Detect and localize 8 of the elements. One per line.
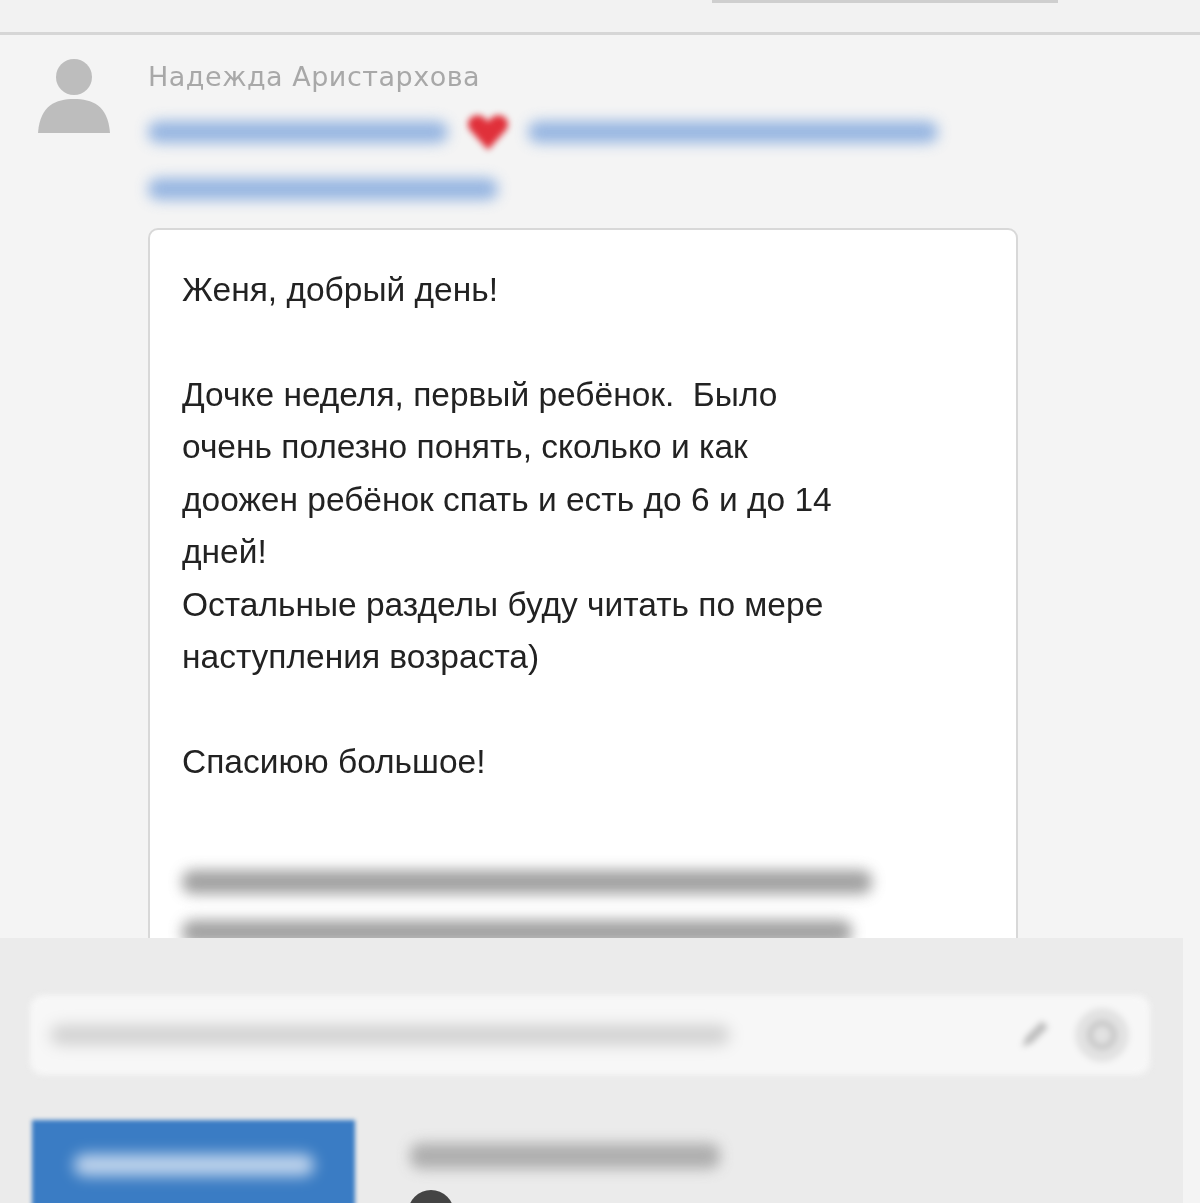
send-button[interactable] (32, 1120, 355, 1203)
author-name: Надежда Аристархова (148, 61, 482, 92)
message-paragraph: Дочке неделя, первый ребёнок. Было очень полезно понять, сколько и как доожен ребёнок спать и есть до 6 и до 14 дней! Остальные разделы буду читать по мере наступления возраста) (182, 374, 833, 677)
message-paragraph: Женя, добрый день! (182, 270, 499, 310)
message-input[interactable] (30, 995, 1150, 1075)
settings-icon[interactable] (1074, 1007, 1130, 1063)
message-paragraph: Спасиюю большое! (182, 741, 487, 782)
heart-icon (466, 112, 510, 152)
